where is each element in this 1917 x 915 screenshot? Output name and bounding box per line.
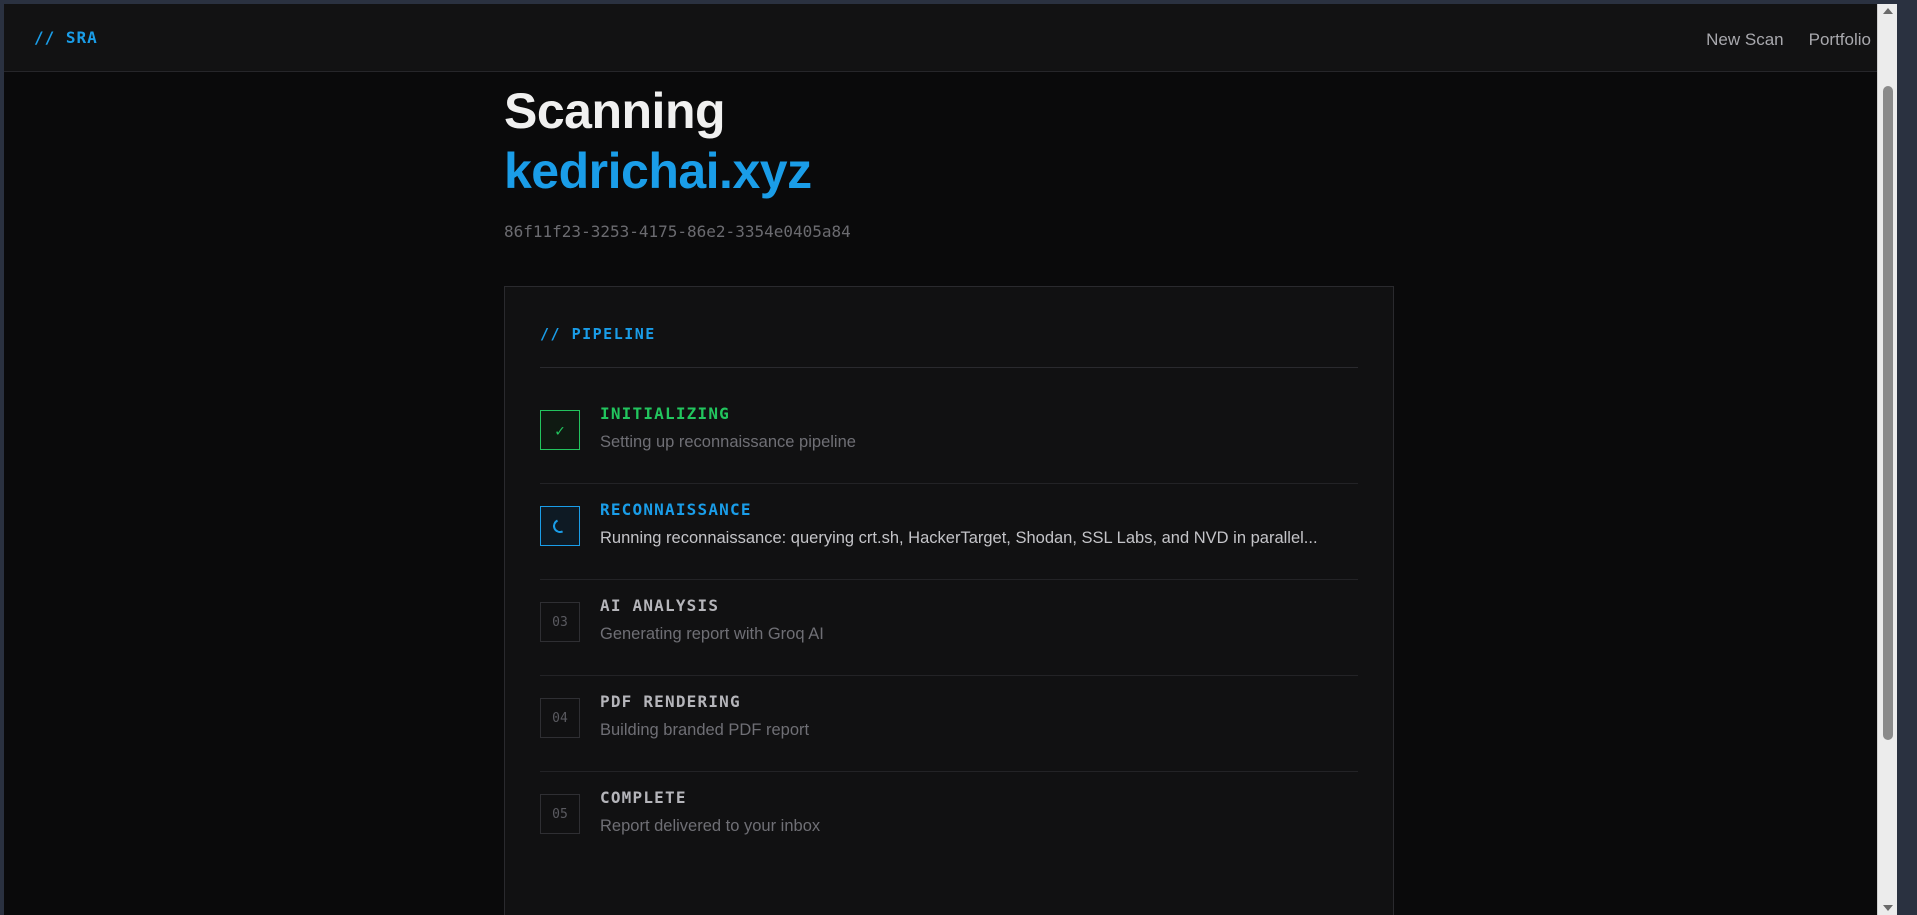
step-description: Report delivered to your inbox xyxy=(600,817,821,835)
step-description: Building branded PDF report xyxy=(600,721,810,739)
pipeline-step-reconnaissance: RECONNAISSANCE Running reconnaissance: q… xyxy=(540,484,1358,580)
loading-spinner-icon xyxy=(551,517,569,535)
browser-window: // SRA New Scan Portfolio Scanning kedri… xyxy=(4,4,1897,915)
step-title: INITIALIZING xyxy=(600,404,730,423)
step-description: Generating report with Groq AI xyxy=(600,625,824,643)
spinner-icon xyxy=(540,506,580,546)
step-number-badge: 03 xyxy=(540,602,580,642)
pipeline-step-complete: 05 COMPLETE Report delivered to your inb… xyxy=(540,772,1358,868)
scan-id: 86f11f23-3253-4175-86e2-3354e0405a84 xyxy=(504,222,851,241)
portfolio-link[interactable]: Portfolio xyxy=(1809,30,1871,50)
pipeline-step-initializing: ✓ INITIALIZING Setting up reconnaissance… xyxy=(540,388,1358,484)
pipeline-card: // PIPELINE ✓ INITIALIZING Setting up re… xyxy=(504,286,1394,915)
step-number-badge: 05 xyxy=(540,794,580,834)
scroll-down-arrow-icon[interactable] xyxy=(1883,905,1893,911)
scan-target-domain: kedrichai.xyz xyxy=(504,143,812,199)
pipeline-step-ai-analysis: 03 AI ANALYSIS Generating report with Gr… xyxy=(540,580,1358,676)
step-title: AI ANALYSIS xyxy=(600,596,720,615)
pipeline-step-pdf-rendering: 04 PDF RENDERING Building branded PDF re… xyxy=(540,676,1358,772)
step-description: Setting up reconnaissance pipeline xyxy=(600,433,856,451)
step-title: PDF RENDERING xyxy=(600,692,741,711)
vertical-scrollbar[interactable] xyxy=(1877,4,1897,915)
top-navigation-bar: // SRA New Scan Portfolio xyxy=(4,4,1897,72)
nav-links: New Scan Portfolio xyxy=(1706,30,1871,50)
pipeline-header: // PIPELINE xyxy=(540,325,656,343)
step-title: COMPLETE xyxy=(600,788,687,807)
new-scan-link[interactable]: New Scan xyxy=(1706,30,1783,50)
step-description: Running reconnaissance: querying crt.sh,… xyxy=(600,529,1318,547)
page-title: Scanning xyxy=(504,83,726,139)
step-number-badge: 04 xyxy=(540,698,580,738)
divider xyxy=(540,367,1358,368)
step-title: RECONNAISSANCE xyxy=(600,500,752,519)
scrollbar-thumb[interactable] xyxy=(1883,86,1893,740)
check-icon: ✓ xyxy=(540,410,580,450)
app-logo[interactable]: // SRA xyxy=(34,28,98,47)
scroll-up-arrow-icon[interactable] xyxy=(1883,8,1893,14)
